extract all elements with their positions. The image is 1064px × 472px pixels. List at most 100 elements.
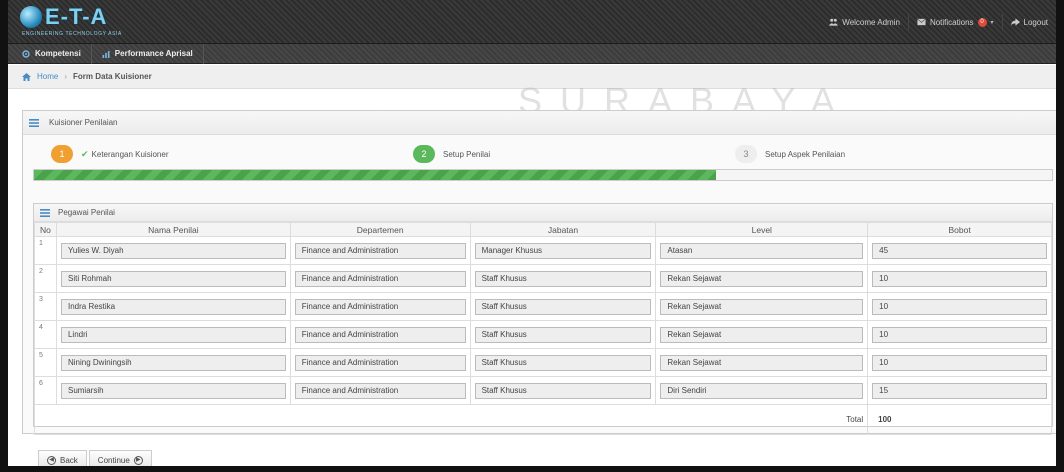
table-cell: Sumiarsih — [55, 376, 291, 405]
bobot-field[interactable]: 10 — [872, 354, 1047, 371]
main-content: Kuisioner Penilaian 1 ✔ Keterangan Kuisi… — [22, 110, 1056, 440]
level-field[interactable]: Diri Sendiri — [660, 382, 864, 399]
nama-penilai-field[interactable]: Yulies W. Diyah — [60, 242, 286, 259]
column-header-departemen: Departemen — [289, 222, 471, 237]
arrow-right-icon: ▶ — [133, 455, 143, 465]
table-cell: Finance and Administration — [289, 320, 471, 349]
pegawai-penilai-panel: Pegawai Penilai No Nama Penilai Departem… — [33, 203, 1053, 435]
table-cell: Finance and Administration — [289, 292, 471, 321]
level-field[interactable]: Rekan Sejawat — [660, 326, 864, 343]
step-number: 1 — [51, 145, 73, 163]
table-cell: Staff Khusus — [469, 292, 657, 321]
table-cell: Nining Dwiningsih — [55, 348, 291, 377]
welcome-menu[interactable]: Welcome Admin — [821, 14, 908, 30]
list-icon — [40, 208, 50, 217]
main-nav: Kompetensi Performance Aprisal — [8, 43, 1056, 64]
nama-penilai-field[interactable]: Siti Rohmah — [60, 270, 286, 287]
continue-button-label: Continue — [97, 455, 130, 465]
back-button-label: Back — [60, 455, 78, 465]
bobot-field[interactable]: 10 — [872, 326, 1047, 343]
row-number: 1 — [34, 236, 57, 265]
total-row: Total 100 — [33, 404, 1052, 435]
column-header-nama-penilai: Nama Penilai — [55, 222, 291, 237]
table-cell: Finance and Administration — [289, 376, 471, 405]
list-icon — [29, 118, 39, 127]
nama-penilai-field[interactable]: Indra Restika — [60, 298, 286, 315]
table-cell: Rekan Sejawat — [655, 264, 869, 293]
globe-icon — [20, 6, 42, 28]
table-cell: Finance and Administration — [289, 236, 471, 265]
nama-penilai-field[interactable]: Nining Dwiningsih — [60, 354, 286, 371]
table-cell: Yulies W. Diyah — [55, 236, 291, 265]
jabatan-field[interactable]: Staff Khusus — [474, 270, 652, 287]
table-cell: Diri Sendiri — [655, 376, 869, 405]
row-number: 3 — [34, 292, 57, 321]
row-number: 2 — [34, 264, 57, 293]
jabatan-field[interactable]: Staff Khusus — [474, 354, 652, 371]
table-cell: Siti Rohmah — [55, 264, 291, 293]
notifications-count-badge: 0 — [977, 17, 987, 27]
back-button[interactable]: ◀ Back — [38, 450, 87, 466]
level-field[interactable]: Rekan Sejawat — [660, 354, 864, 371]
total-label: Total — [33, 404, 869, 435]
logo-text: E-T-A — [45, 4, 108, 29]
panel-header: Kuisioner Penilaian — [23, 111, 1056, 135]
table-row: 5 Nining Dwiningsih Finance and Administra… — [34, 348, 1052, 377]
column-header-bobot: Bobot — [867, 222, 1052, 237]
bobot-field[interactable]: 10 — [872, 270, 1047, 287]
table-cell: Staff Khusus — [469, 348, 657, 377]
level-field[interactable]: Rekan Sejawat — [660, 298, 864, 315]
sub-panel-header: Pegawai Penilai — [34, 204, 1052, 222]
home-icon — [22, 72, 31, 81]
jabatan-field[interactable]: Staff Khusus — [474, 382, 652, 399]
form-actions: ◀ Back Continue ▶ — [38, 450, 152, 466]
continue-button[interactable]: Continue ▶ — [88, 450, 152, 466]
step-number: 3 — [735, 145, 757, 163]
bobot-field[interactable]: 10 — [872, 298, 1047, 315]
step-2[interactable]: 2 Setup Penilai — [413, 145, 490, 163]
total-value: 100 — [867, 404, 1052, 435]
step-label: Keterangan Kuisioner — [91, 149, 169, 159]
table-row: 4 Lindri Finance and Administration Staff K… — [34, 320, 1052, 349]
breadcrumb-home-link[interactable]: Home — [37, 72, 58, 81]
table-header-row: No Nama Penilai Departemen Jabatan Level… — [34, 222, 1052, 237]
app-logo[interactable]: E-T-A ENGINEERING TECHNOLOGY ASIA — [20, 4, 130, 40]
bobot-field[interactable]: 45 — [872, 242, 1047, 259]
logout-link[interactable]: Logout — [1001, 14, 1056, 30]
progress-fill — [34, 170, 717, 180]
departemen-field[interactable]: Finance and Administration — [294, 354, 466, 371]
bobot-field[interactable]: 15 — [872, 382, 1047, 399]
notifications-menu[interactable]: Notifications 0 ▾ — [907, 14, 1002, 30]
jabatan-field[interactable]: Staff Khusus — [474, 326, 652, 343]
departemen-field[interactable]: Finance and Administration — [294, 242, 466, 259]
top-bar: E-T-A ENGINEERING TECHNOLOGY ASIA Welcom… — [8, 0, 1056, 44]
wizard-steps: 1 ✔ Keterangan Kuisioner 2 Setup Penilai… — [23, 135, 1056, 195]
departemen-field[interactable]: Finance and Administration — [294, 382, 466, 399]
breadcrumb-separator-icon: › — [64, 72, 68, 81]
step-3[interactable]: 3 Setup Aspek Penilaian — [735, 145, 845, 163]
logout-label: Logout — [1023, 17, 1048, 27]
table-cell: Staff Khusus — [469, 320, 657, 349]
penilai-table: No Nama Penilai Departemen Jabatan Level… — [33, 222, 1052, 435]
nav-item-performance-aprisal[interactable]: Performance Aprisal — [92, 43, 204, 64]
table-cell: 10 — [867, 348, 1052, 377]
nama-penilai-field[interactable]: Sumiarsih — [60, 382, 286, 399]
jabatan-field[interactable]: Manager Khusus — [474, 242, 652, 259]
table-cell: 15 — [867, 376, 1052, 405]
gear-icon — [22, 49, 30, 58]
departemen-field[interactable]: Finance and Administration — [294, 270, 466, 287]
departemen-field[interactable]: Finance and Administration — [294, 298, 466, 315]
table-cell: Rekan Sejawat — [655, 348, 869, 377]
table-cell: Indra Restika — [55, 292, 291, 321]
nama-penilai-field[interactable]: Lindri — [60, 326, 286, 343]
level-field[interactable]: Atasan — [660, 242, 864, 259]
logo-subtitle: ENGINEERING TECHNOLOGY ASIA — [22, 31, 122, 37]
departemen-field[interactable]: Finance and Administration — [294, 326, 466, 343]
nav-item-kompetensi[interactable]: Kompetensi — [8, 43, 92, 64]
jabatan-field[interactable]: Staff Khusus — [474, 298, 652, 315]
panel-title: Kuisioner Penilaian — [49, 118, 118, 127]
step-1[interactable]: 1 ✔ Keterangan Kuisioner — [51, 145, 169, 163]
row-number: 6 — [34, 376, 57, 405]
level-field[interactable]: Rekan Sejawat — [660, 270, 864, 287]
table-cell: Staff Khusus — [469, 264, 657, 293]
